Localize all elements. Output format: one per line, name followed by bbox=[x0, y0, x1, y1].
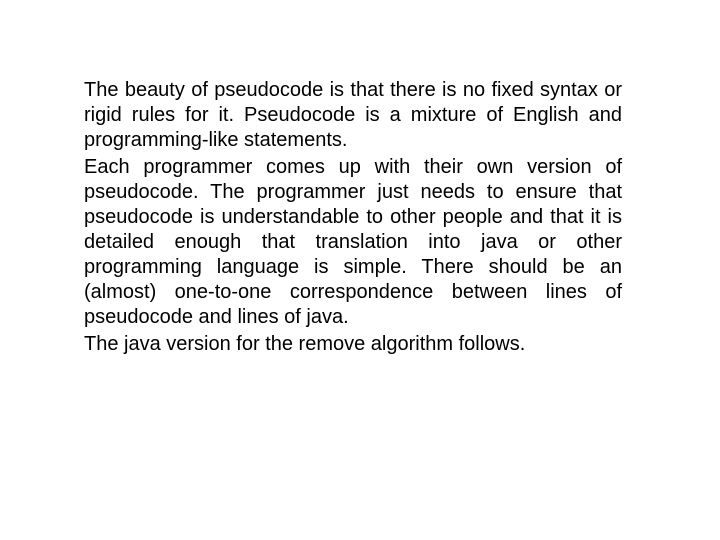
slide-body: The beauty of pseudocode is that there i… bbox=[0, 0, 720, 540]
paragraph-2: Each programmer comes up with their own … bbox=[84, 155, 622, 330]
paragraph-1: The beauty of pseudocode is that there i… bbox=[84, 78, 622, 153]
paragraph-3: The java version for the remove algorith… bbox=[84, 332, 622, 357]
